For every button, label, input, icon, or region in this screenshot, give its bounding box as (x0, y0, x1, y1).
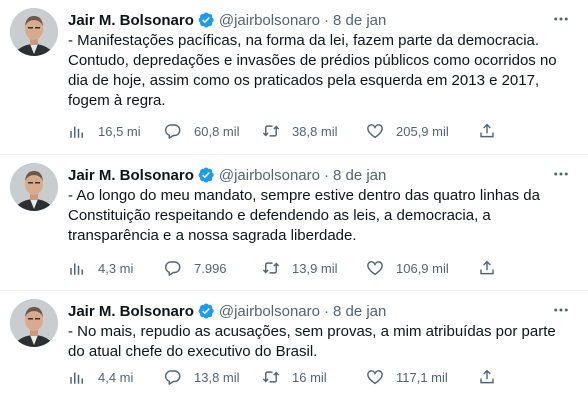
verified-badge-icon (198, 303, 214, 319)
reply-button[interactable]: 60,8 mil (164, 120, 240, 142)
views-button[interactable]: 4,3 mi (68, 257, 133, 279)
tweet-divider (0, 290, 588, 291)
reply-count: 60,8 mil (194, 123, 240, 139)
author-handle[interactable]: @jairbolsonaro (219, 12, 320, 29)
like-count: 106,9 mil (396, 260, 449, 276)
verified-badge-icon (198, 167, 214, 183)
tweet-divider (0, 154, 588, 155)
share-button[interactable] (478, 257, 496, 279)
like-count: 205,9 mil (396, 123, 449, 139)
more-horizontal-icon (554, 17, 568, 21)
share-button[interactable] (478, 366, 496, 388)
header-separator: · (323, 11, 329, 29)
reply-button[interactable]: 7.996 (164, 257, 227, 279)
avatar-image (10, 8, 58, 56)
like-button[interactable]: 106,9 mil (366, 257, 449, 279)
tweet-header: Jair M. Bolsonaro @jairbolsonaro · 8 de … (68, 301, 578, 321)
author-name[interactable]: Jair M. Bolsonaro (68, 303, 194, 320)
heart-icon (367, 370, 383, 385)
reply-bubble-icon (164, 261, 181, 276)
views-bar-chart-icon (70, 263, 83, 275)
reply-bubble-icon (164, 370, 181, 385)
author-name[interactable]: Jair M. Bolsonaro (68, 167, 194, 184)
tweet-header: Jair M. Bolsonaro @jairbolsonaro · 8 de … (68, 10, 578, 30)
views-button[interactable]: 16,5 mi (68, 120, 141, 142)
views-count: 4,3 mi (98, 260, 134, 276)
tweet-actions: 4,4 mi 13,8 mil 16 mil 117,1 mil (68, 366, 508, 388)
tweet-date[interactable]: 8 de jan (333, 303, 386, 320)
retweet-button[interactable]: 13,9 mil (262, 257, 338, 279)
more-options-button[interactable] (548, 299, 574, 321)
tweet-header: Jair M. Bolsonaro @jairbolsonaro · 8 de … (68, 165, 578, 185)
like-button[interactable]: 205,9 mil (366, 120, 449, 142)
header-separator: · (323, 166, 329, 184)
tweet-actions: 4,3 mi 7.996 13,9 mil 106,9 mil (68, 257, 508, 279)
share-button[interactable] (478, 120, 496, 142)
heart-icon (367, 261, 383, 276)
more-horizontal-icon (554, 308, 568, 312)
retweet-count: 13,9 mil (292, 260, 338, 276)
views-count: 16,5 mi (98, 123, 141, 139)
header-separator: · (323, 302, 329, 320)
avatar-image (10, 299, 58, 347)
avatar[interactable] (10, 299, 58, 347)
tweet-actions: 16,5 mi 60,8 mil 38,8 mil 205,9 mil (68, 120, 508, 142)
retweet-icon (262, 125, 280, 137)
views-bar-chart-icon (70, 372, 83, 384)
tweet-date[interactable]: 8 de jan (333, 167, 386, 184)
share-upload-icon (480, 123, 494, 138)
views-bar-chart-icon (70, 126, 83, 138)
tweet-date[interactable]: 8 de jan (333, 12, 386, 29)
author-handle[interactable]: @jairbolsonaro (219, 167, 320, 184)
retweet-count: 38,8 mil (292, 123, 338, 139)
retweet-icon (262, 371, 280, 383)
retweet-button[interactable]: 16 mil (262, 366, 327, 388)
retweet-count: 16 mil (292, 369, 327, 385)
avatar[interactable] (10, 8, 58, 56)
share-upload-icon (480, 369, 494, 384)
verified-badge-icon (198, 12, 214, 28)
retweet-icon (262, 262, 280, 274)
author-name[interactable]: Jair M. Bolsonaro (68, 12, 194, 29)
tweet-text: - Ao longo do meu mandato, sempre estive… (68, 187, 540, 244)
reply-count: 13,8 mil (194, 369, 240, 385)
author-handle[interactable]: @jairbolsonaro (219, 303, 320, 320)
reply-count: 7.996 (194, 260, 227, 276)
reply-bubble-icon (164, 124, 181, 139)
views-button[interactable]: 4,4 mi (68, 366, 133, 388)
like-button[interactable]: 117,1 mil (366, 366, 448, 388)
heart-icon (367, 124, 383, 139)
more-horizontal-icon (554, 172, 568, 176)
share-upload-icon (480, 260, 494, 275)
views-count: 4,4 mi (98, 369, 134, 385)
like-count: 117,1 mil (396, 369, 448, 385)
tweet-text: - Manifestações pacíficas, na forma da l… (68, 32, 557, 109)
avatar[interactable] (10, 163, 58, 211)
avatar-image (10, 163, 58, 211)
retweet-button[interactable]: 38,8 mil (262, 120, 338, 142)
more-options-button[interactable] (548, 163, 574, 185)
more-options-button[interactable] (548, 8, 574, 30)
tweet-text: - No mais, repudio as acusações, sem pro… (68, 323, 556, 360)
reply-button[interactable]: 13,8 mil (164, 366, 240, 388)
